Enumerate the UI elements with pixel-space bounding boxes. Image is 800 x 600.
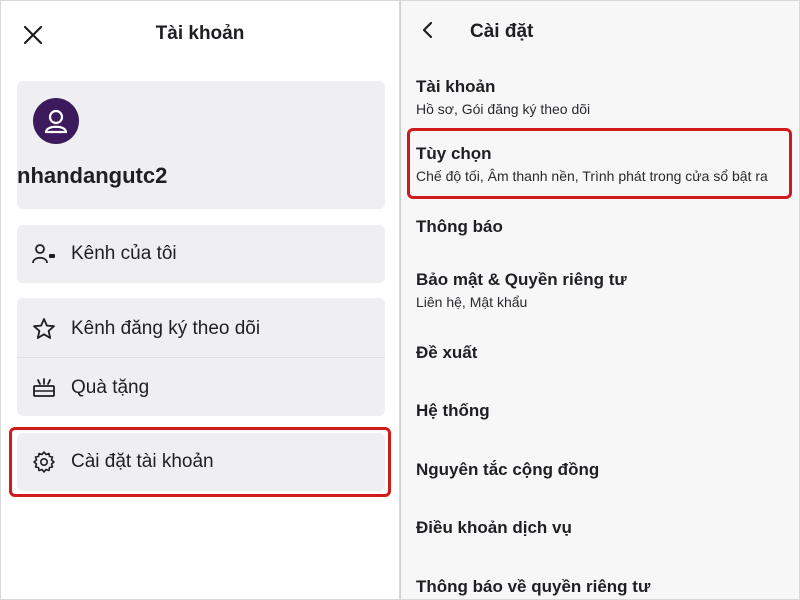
- settings-item-system[interactable]: Hệ thống: [416, 401, 786, 421]
- settings-item-title: Nguyên tắc cộng đồng: [416, 460, 600, 479]
- username: nhandangutc2: [17, 163, 168, 188]
- settings-item-notifications[interactable]: Thông báo: [416, 217, 786, 237]
- person-channel-icon: [31, 241, 57, 267]
- settings-item-title: Đề xuất: [416, 343, 478, 362]
- settings-item-subtitle: Liên hệ, Mật khẩu: [416, 294, 528, 310]
- settings-item-title: Điều khoản dịch vụ: [416, 518, 572, 537]
- settings-item-title: Thông báo: [416, 217, 503, 236]
- page-title: Tài khoản: [155, 23, 245, 44]
- profile-card[interactable]: [17, 81, 385, 209]
- account-panel: Tài khoản nhandangutc2 Kênh của tôi Kênh…: [0, 0, 400, 600]
- settings-header: Cài đặt: [401, 1, 799, 61]
- followed-channels-button[interactable]: Kênh đăng ký theo dõi: [17, 300, 385, 358]
- gift-box-icon: [31, 375, 57, 401]
- user-avatar-icon: [44, 109, 68, 134]
- settings-item-title: Thông báo về quyền riêng tư: [416, 577, 651, 596]
- page-title: Cài đặt: [470, 21, 534, 42]
- settings-item-community-guidelines[interactable]: Nguyên tắc cộng đồng: [416, 460, 786, 480]
- settings-item-account[interactable]: Tài khoản Hồ sơ, Gói đăng ký theo dõi: [416, 77, 786, 117]
- my-channel-button[interactable]: Kênh của tôi: [17, 225, 385, 283]
- settings-item-title: Tài khoản: [416, 77, 496, 96]
- star-icon: [31, 316, 57, 342]
- settings-item-terms-of-service[interactable]: Điều khoản dịch vụ: [416, 518, 786, 538]
- back-button[interactable]: [417, 18, 439, 42]
- divider: [17, 357, 385, 358]
- chevron-left-icon: [422, 21, 433, 39]
- settings-item-title: Bảo mật & Quyền riêng tư: [416, 270, 627, 289]
- settings-item-privacy-notice[interactable]: Thông báo về quyền riêng tư: [416, 577, 786, 597]
- account-header: Tài khoản: [1, 1, 399, 69]
- highlight-box: [9, 427, 391, 497]
- settings-item-subtitle: Hồ sơ, Gói đăng ký theo dõi: [416, 101, 591, 117]
- avatar[interactable]: [33, 98, 79, 144]
- highlight-box: [407, 128, 792, 199]
- my-channel-label: Kênh của tôi: [71, 243, 177, 264]
- settings-item-security-privacy[interactable]: Bảo mật & Quyền riêng tư Liên hệ, Mật kh…: [416, 270, 786, 310]
- settings-item-recommendations[interactable]: Đề xuất: [416, 343, 786, 363]
- followed-channels-label: Kênh đăng ký theo dõi: [71, 318, 261, 339]
- gifts-label: Quà tặng: [71, 377, 150, 398]
- settings-panel: Cài đặt Tài khoản Hồ sơ, Gói đăng ký the…: [401, 0, 800, 600]
- settings-item-title: Hệ thống: [416, 401, 490, 420]
- gifts-button[interactable]: Quà tặng: [17, 359, 385, 417]
